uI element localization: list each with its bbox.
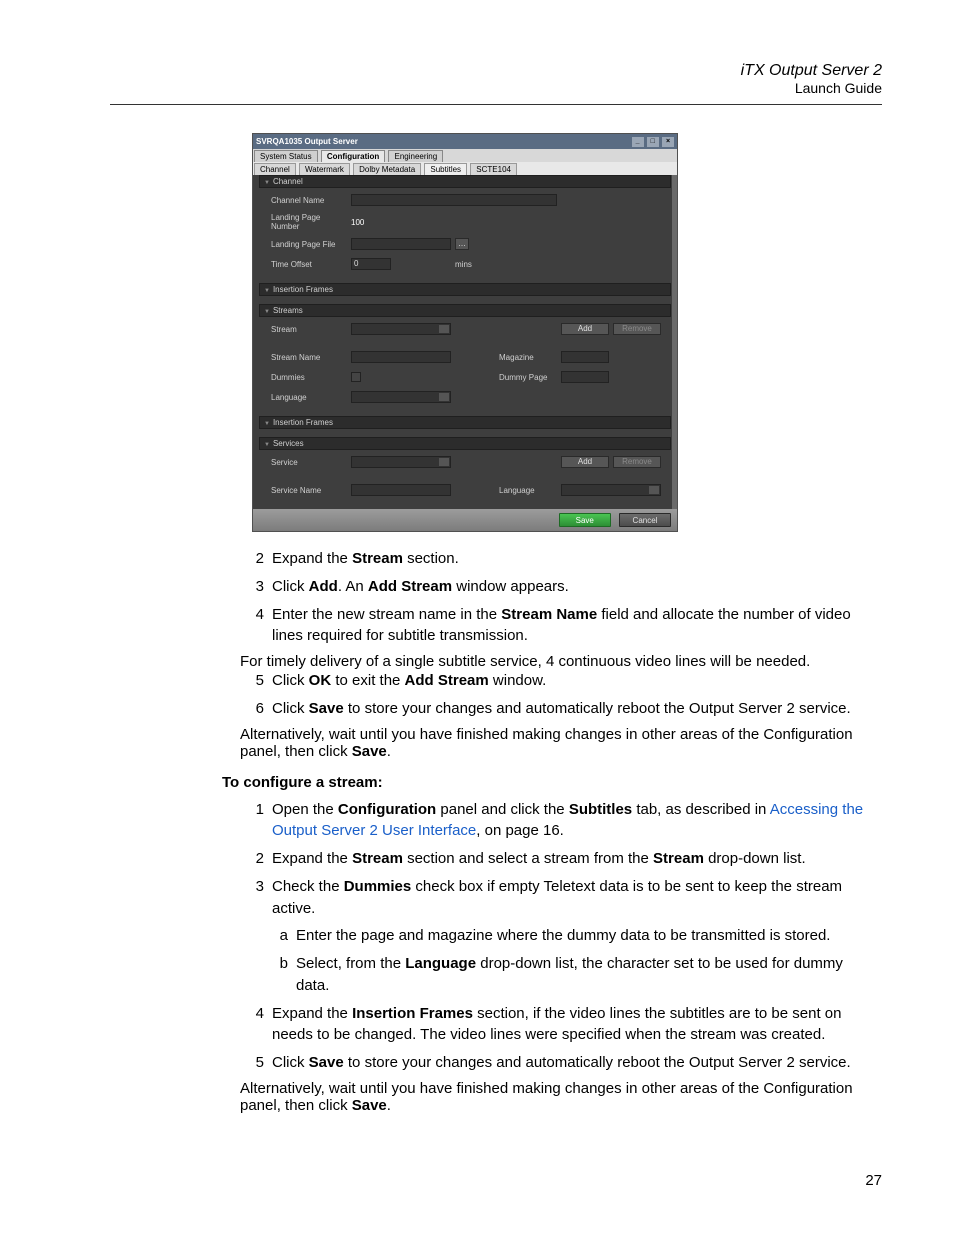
label-dummies: Dummies [271, 373, 347, 382]
app-screenshot: SVRQA1035 Output Server _ □ × System Sta… [252, 133, 678, 532]
subheading: To configure a stream: [222, 774, 882, 791]
cancel-button[interactable]: Cancel [619, 513, 671, 527]
page-header: iTX Output Server 2 Launch Guide [110, 62, 882, 96]
tab-watermark[interactable]: Watermark [299, 163, 350, 175]
chevron-down-icon: ▼ [264, 288, 270, 294]
time-offset-field[interactable]: 0 [351, 258, 391, 270]
label-stream: Stream [271, 325, 347, 334]
minimize-icon[interactable]: _ [632, 137, 644, 147]
section-insertion-frames-2[interactable]: ▼Insertion Frames [259, 416, 671, 429]
config-panel: ▼Channel Channel Name Landing Page Numbe… [253, 175, 677, 509]
cfg-step-3b: Select, from the Language drop-down list… [296, 953, 874, 997]
step-2: Expand the Stream section. [272, 548, 874, 570]
footer-bar: Save Cancel [253, 509, 677, 531]
label-landing-page-file: Landing Page File [271, 240, 347, 249]
channel-name-field[interactable] [351, 194, 557, 206]
label-channel-name: Channel Name [271, 196, 347, 205]
chevron-down-icon: ▼ [264, 442, 270, 448]
stream-remove-button[interactable]: Remove [613, 323, 661, 335]
label-time-offset: Time Offset [271, 260, 347, 269]
stream-add-button[interactable]: Add [561, 323, 609, 335]
cfg-step-3a: Enter the page and magazine where the du… [296, 925, 874, 947]
step-6: Click Save to store your changes and aut… [272, 698, 874, 720]
section-services[interactable]: ▼Services [259, 437, 671, 450]
step-6-cont: Alternatively, wait until you have finis… [240, 726, 874, 760]
stream-dropdown[interactable] [351, 323, 451, 335]
landing-page-number-value: 100 [351, 218, 451, 227]
label-svc-language: Language [499, 486, 557, 495]
top-tabs: System Status Configuration Engineering [253, 149, 677, 162]
cfg-step-4: Expand the Insertion Frames section, if … [272, 1003, 874, 1047]
service-remove-button[interactable]: Remove [613, 456, 661, 468]
save-button[interactable]: Save [559, 513, 611, 527]
step-4-cont: For timely delivery of a single subtitle… [240, 653, 874, 670]
instructions-block-2: 1 Open the Configuration panel and click… [240, 799, 874, 1114]
chevron-down-icon: ▼ [264, 309, 270, 315]
service-add-button[interactable]: Add [561, 456, 609, 468]
scrollbar[interactable] [672, 175, 677, 509]
label-dummy-page: Dummy Page [499, 373, 557, 382]
label-stream-name: Stream Name [271, 353, 347, 362]
close-icon[interactable]: × [662, 137, 674, 147]
label-mins: mins [455, 260, 495, 269]
browse-button[interactable]: … [455, 238, 469, 250]
section-channel[interactable]: ▼Channel [259, 175, 671, 188]
tab-configuration[interactable]: Configuration [321, 150, 385, 162]
label-service: Service [271, 458, 347, 467]
label-magazine: Magazine [499, 353, 557, 362]
service-language-dropdown[interactable] [561, 484, 661, 496]
tab-channel[interactable]: Channel [254, 163, 296, 175]
tab-subtitles[interactable]: Subtitles [424, 163, 467, 175]
chevron-down-icon: ▼ [264, 421, 270, 427]
cfg-step-3: Check the Dummies check box if empty Tel… [272, 876, 874, 920]
section-streams[interactable]: ▼Streams [259, 304, 671, 317]
tab-scte104[interactable]: SCTE104 [470, 163, 517, 175]
cfg-step-5-cont: Alternatively, wait until you have finis… [240, 1080, 874, 1114]
label-service-name: Service Name [271, 486, 347, 495]
step-3: Click Add. An Add Stream window appears. [272, 576, 874, 598]
window-controls: _ □ × [631, 136, 674, 147]
magazine-field[interactable] [561, 351, 609, 363]
service-dropdown[interactable] [351, 456, 451, 468]
window-title: SVRQA1035 Output Server [256, 137, 358, 146]
tab-dolby[interactable]: Dolby Metadata [353, 163, 421, 175]
doc-subtitle: Launch Guide [110, 80, 882, 96]
sub-tabs: Channel Watermark Dolby Metadata Subtitl… [253, 162, 677, 175]
cfg-step-5: Click Save to store your changes and aut… [272, 1052, 874, 1074]
section-insertion-frames-1[interactable]: ▼Insertion Frames [259, 283, 671, 296]
dummies-checkbox[interactable] [351, 372, 361, 382]
dummy-page-field[interactable] [561, 371, 609, 383]
tab-engineering[interactable]: Engineering [388, 150, 443, 162]
cfg-step-1: Open the Configuration panel and click t… [272, 799, 874, 843]
maximize-icon[interactable]: □ [647, 137, 659, 147]
chevron-down-icon: ▼ [264, 180, 270, 186]
label-language: Language [271, 393, 347, 402]
window-titlebar[interactable]: SVRQA1035 Output Server _ □ × [253, 134, 677, 149]
service-name-field[interactable] [351, 484, 451, 496]
language-dropdown[interactable] [351, 391, 451, 403]
step-5: Click OK to exit the Add Stream window. [272, 670, 874, 692]
tab-system-status[interactable]: System Status [254, 150, 318, 162]
stream-name-field[interactable] [351, 351, 451, 363]
landing-page-file-field[interactable] [351, 238, 451, 250]
label-landing-page-number: Landing Page Number [271, 213, 347, 231]
header-rule [110, 104, 882, 105]
doc-title: iTX Output Server 2 [110, 62, 882, 80]
page-number: 27 [865, 1172, 882, 1189]
cfg-step-2: Expand the Stream section and select a s… [272, 848, 874, 870]
instructions-block-1: 2Expand the Stream section. 3Click Add. … [240, 548, 874, 760]
step-4: Enter the new stream name in the Stream … [272, 604, 874, 648]
